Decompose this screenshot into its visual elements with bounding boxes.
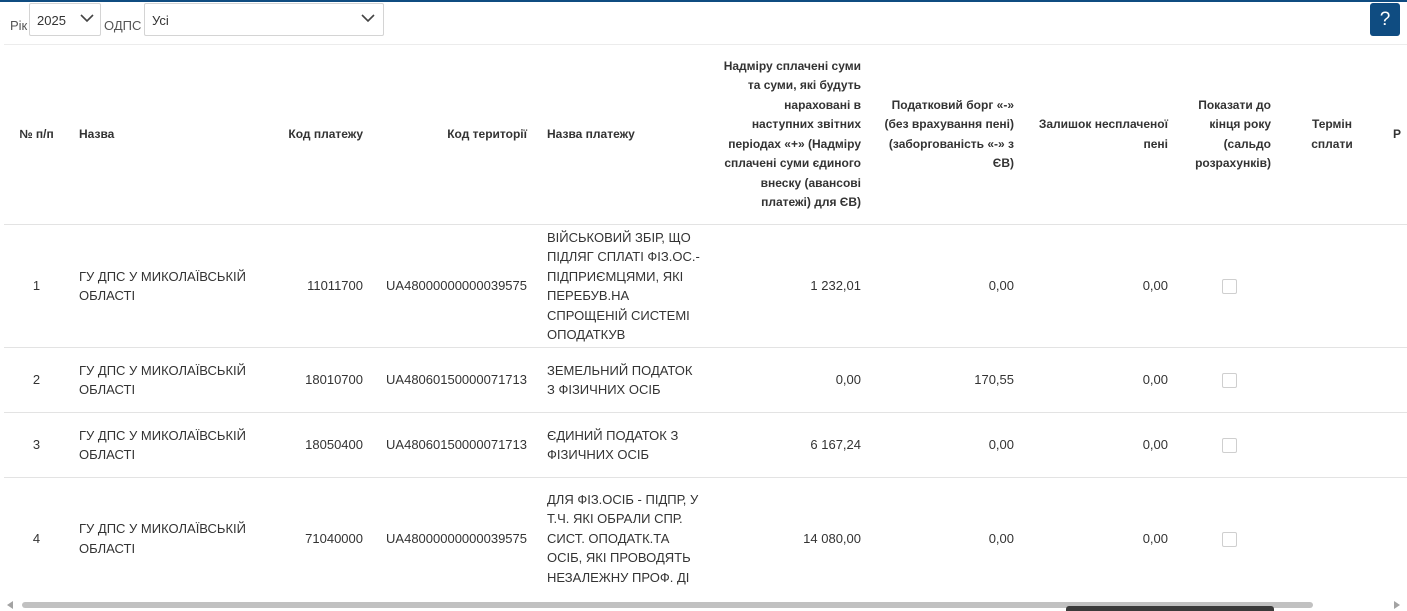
filter-toolbar: Рік 2025 ОДПС Усі ? bbox=[0, 2, 1407, 42]
cell-debt: 170,55 bbox=[871, 347, 1024, 413]
year-select-value: 2025 bbox=[37, 13, 66, 28]
cell-pay-code: 71040000 bbox=[259, 477, 373, 599]
cell-show-to-year-end bbox=[1178, 224, 1281, 348]
chevron-down-icon bbox=[80, 14, 94, 23]
cell-overpaid: 6 167,24 bbox=[712, 412, 871, 478]
col-header-name[interactable]: Назва bbox=[69, 44, 259, 225]
cell-pay-code: 11011700 bbox=[259, 224, 373, 348]
cell-num: 1 bbox=[4, 224, 69, 348]
cell-debt: 0,00 bbox=[871, 412, 1024, 478]
scroll-right-arrow-icon[interactable] bbox=[1394, 601, 1400, 609]
cell-due-date bbox=[1281, 412, 1383, 478]
cell-pay-code: 18010700 bbox=[259, 347, 373, 413]
chevron-down-icon bbox=[361, 14, 375, 23]
show-to-year-end-checkbox[interactable] bbox=[1222, 373, 1237, 389]
cell-next bbox=[1383, 412, 1407, 478]
cell-next bbox=[1383, 347, 1407, 413]
cell-penalty: 0,00 bbox=[1024, 347, 1178, 413]
cell-next bbox=[1383, 224, 1407, 348]
table-row: 3 ГУ ДПС У МИКОЛАЇВСЬКІЙ ОБЛАСТІ 1805040… bbox=[4, 412, 1407, 478]
cell-pay-name: ЗЕМЕЛЬНИЙ ПОДАТОК З ФІЗИЧНИХ ОСІБ bbox=[537, 347, 712, 413]
cell-name: ГУ ДПС У МИКОЛАЇВСЬКІЙ ОБЛАСТІ bbox=[69, 412, 259, 478]
cell-territory-code: UA48000000000039575 bbox=[373, 477, 537, 599]
col-header-overpaid[interactable]: Надміру сплачені суми та суми, які будут… bbox=[712, 44, 871, 225]
cell-name: ГУ ДПС У МИКОЛАЇВСЬКІЙ ОБЛАСТІ bbox=[69, 224, 259, 348]
col-header-debt[interactable]: Податковий борг «-» (без врахування пені… bbox=[871, 44, 1024, 225]
cell-territory-code: UA48060150000071713 bbox=[373, 347, 537, 413]
cell-show-to-year-end bbox=[1178, 347, 1281, 413]
odps-select[interactable]: Усі bbox=[144, 3, 384, 36]
cell-overpaid: 1 232,01 bbox=[712, 224, 871, 348]
cell-due-date bbox=[1281, 477, 1383, 599]
cell-pay-name: ЄДИНИЙ ПОДАТОК З ФІЗИЧНИХ ОСІБ bbox=[537, 412, 712, 478]
col-header-next[interactable]: Р bbox=[1383, 44, 1407, 225]
cell-name: ГУ ДПС У МИКОЛАЇВСЬКІЙ ОБЛАСТІ bbox=[69, 347, 259, 413]
col-header-penalty[interactable]: Залишок несплаченої пені bbox=[1024, 44, 1178, 225]
col-header-num[interactable]: № п/п bbox=[4, 44, 69, 225]
odps-label: ОДПС bbox=[104, 18, 142, 33]
balance-table: № п/п Назва Код платежу Код території На… bbox=[4, 44, 1407, 599]
cell-pay-name: ВІЙСЬКОВИЙ ЗБІР, ЩО ПІДЛЯГ СПЛАТІ ФІЗ.ОС… bbox=[537, 224, 712, 348]
cell-debt: 0,00 bbox=[871, 224, 1024, 348]
balance-table-container[interactable]: № п/п Назва Код платежу Код території На… bbox=[4, 44, 1407, 599]
cell-show-to-year-end bbox=[1178, 477, 1281, 599]
cell-num: 3 bbox=[4, 412, 69, 478]
cell-next bbox=[1383, 477, 1407, 599]
cell-overpaid: 14 080,00 bbox=[712, 477, 871, 599]
show-to-year-end-checkbox[interactable] bbox=[1222, 531, 1237, 547]
cell-show-to-year-end bbox=[1178, 412, 1281, 478]
show-to-year-end-checkbox[interactable] bbox=[1222, 438, 1237, 454]
cell-penalty: 0,00 bbox=[1024, 477, 1178, 599]
cell-penalty: 0,00 bbox=[1024, 224, 1178, 348]
year-label: Рік bbox=[10, 18, 28, 33]
col-header-pay-name[interactable]: Назва платежу bbox=[537, 44, 712, 225]
year-select[interactable]: 2025 bbox=[29, 3, 101, 36]
scrollbar-overlay-thumb[interactable] bbox=[1066, 606, 1274, 611]
cell-num: 2 bbox=[4, 347, 69, 413]
col-header-due-date[interactable]: Термін сплати bbox=[1281, 44, 1383, 225]
odps-select-value: Усі bbox=[152, 13, 169, 28]
table-row: 2 ГУ ДПС У МИКОЛАЇВСЬКІЙ ОБЛАСТІ 1801070… bbox=[4, 347, 1407, 413]
cell-pay-name: ДЛЯ ФІЗ.ОСІБ - ПІДПР, У Т.Ч. ЯКІ ОБРАЛИ … bbox=[537, 477, 712, 599]
cell-due-date bbox=[1281, 224, 1383, 348]
cell-debt: 0,00 bbox=[871, 477, 1024, 599]
show-to-year-end-checkbox[interactable] bbox=[1222, 279, 1237, 295]
col-header-show-to-year-end[interactable]: Показати до кінця року (сальдо розрахунк… bbox=[1178, 44, 1281, 225]
cell-territory-code: UA48000000000039575 bbox=[373, 224, 537, 348]
cell-due-date bbox=[1281, 347, 1383, 413]
cell-pay-code: 18050400 bbox=[259, 412, 373, 478]
cell-overpaid: 0,00 bbox=[712, 347, 871, 413]
question-icon: ? bbox=[1379, 9, 1391, 30]
cell-territory-code: UA48060150000071713 bbox=[373, 412, 537, 478]
horizontal-scrollbar[interactable] bbox=[0, 599, 1407, 611]
cell-penalty: 0,00 bbox=[1024, 412, 1178, 478]
scroll-left-arrow-icon[interactable] bbox=[7, 601, 13, 609]
table-row: 1 ГУ ДПС У МИКОЛАЇВСЬКІЙ ОБЛАСТІ 1101170… bbox=[4, 224, 1407, 348]
cell-name: ГУ ДПС У МИКОЛАЇВСЬКІЙ ОБЛАСТІ bbox=[69, 477, 259, 599]
help-button[interactable]: ? bbox=[1370, 3, 1400, 36]
cell-num: 4 bbox=[4, 477, 69, 599]
table-row: 4 ГУ ДПС У МИКОЛАЇВСЬКІЙ ОБЛАСТІ 7104000… bbox=[4, 477, 1407, 599]
col-header-pay-code[interactable]: Код платежу bbox=[259, 44, 373, 225]
table-header-row: № п/п Назва Код платежу Код території На… bbox=[4, 44, 1407, 225]
col-header-territory-code[interactable]: Код території bbox=[373, 44, 537, 225]
